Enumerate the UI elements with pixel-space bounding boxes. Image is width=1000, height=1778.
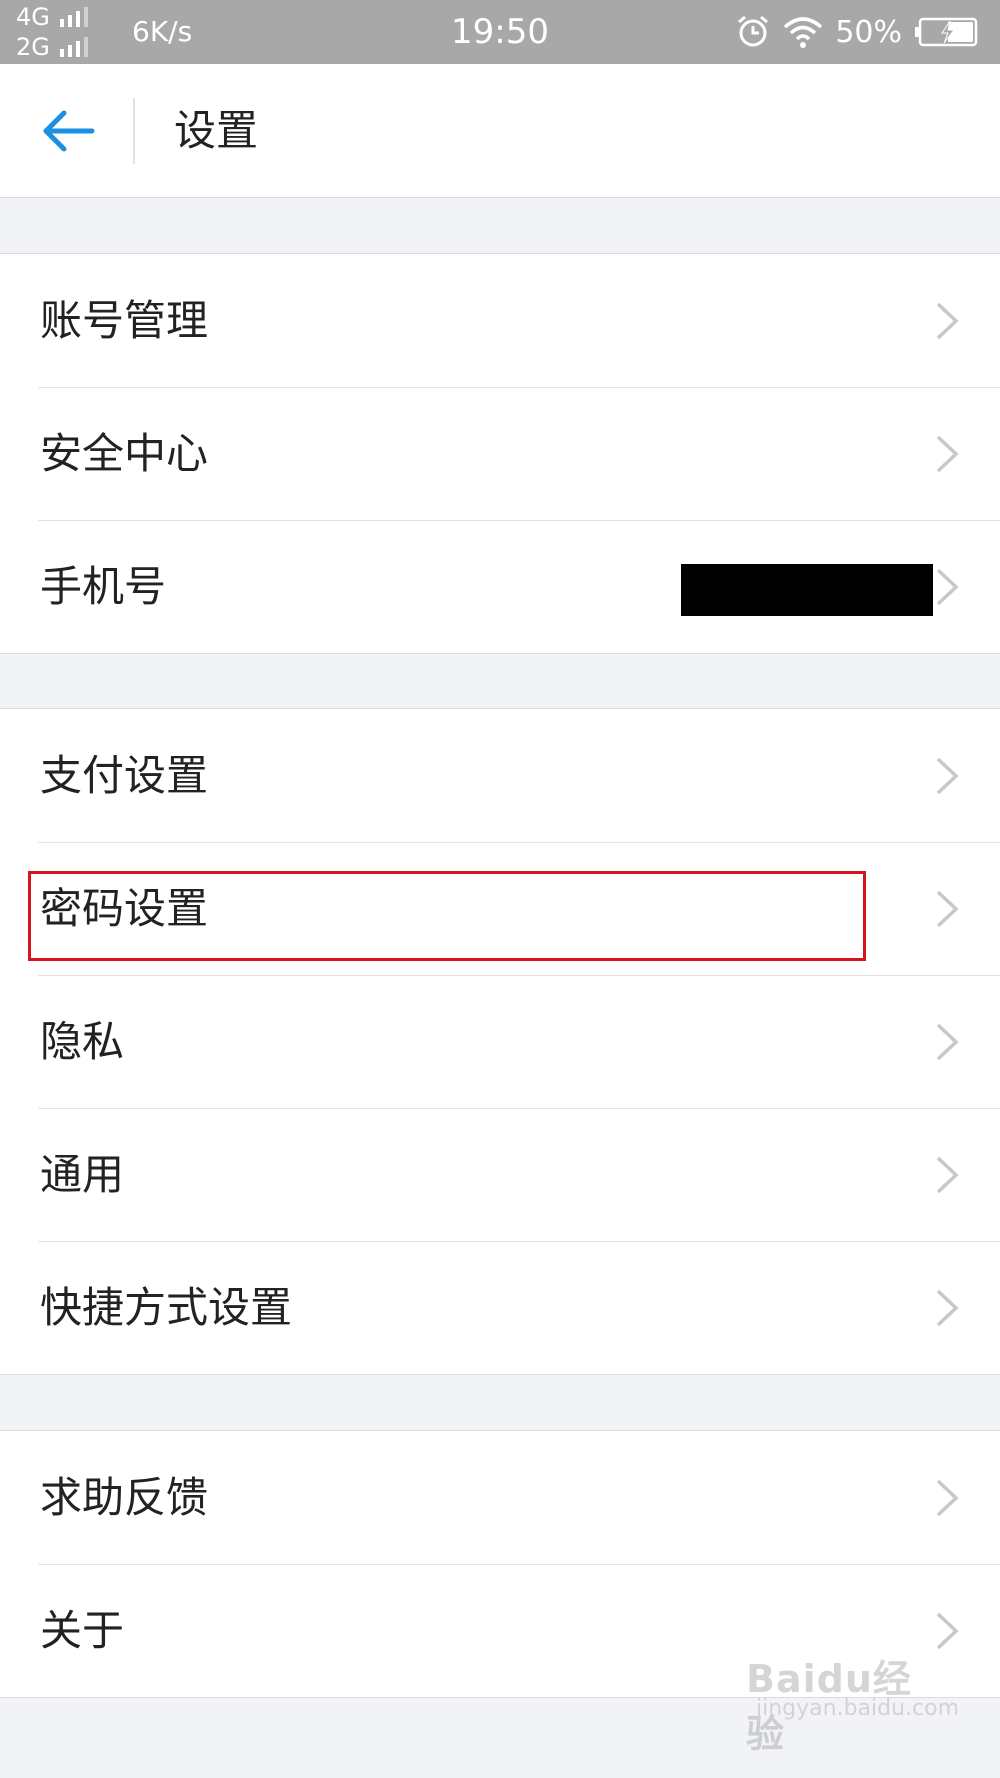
settings-item-shortcut-settings[interactable]: 快捷方式设置 xyxy=(0,1241,1000,1374)
alarm-icon xyxy=(738,15,769,47)
settings-item-label: 通用 xyxy=(40,1150,125,1199)
settings-item-label: 快捷方式设置 xyxy=(40,1283,293,1332)
header-divider xyxy=(133,98,135,164)
settings-item-phone-number[interactable]: 手机号 xyxy=(0,520,1000,653)
settings-item-account-management[interactable]: 账号管理 xyxy=(0,254,1000,387)
status-bar: 4G 2G 6K/s 19:50 50% xyxy=(0,0,1000,64)
chevron-right-icon xyxy=(936,757,959,795)
chevron-right-icon xyxy=(936,1612,959,1650)
settings-item-security-center[interactable]: 安全中心 xyxy=(0,387,1000,520)
chevron-right-icon xyxy=(936,1479,959,1517)
settings-item-label: 账号管理 xyxy=(40,296,209,345)
chevron-right-icon xyxy=(936,302,959,340)
settings-item-label: 支付设置 xyxy=(40,751,209,800)
settings-item-help-feedback[interactable]: 求助反馈 xyxy=(0,1431,1000,1564)
settings-item-privacy[interactable]: 隐私 xyxy=(0,975,1000,1108)
settings-item-label: 手机号 xyxy=(40,562,167,611)
chevron-right-icon xyxy=(936,1156,959,1194)
back-arrow-icon[interactable] xyxy=(36,99,100,163)
chevron-right-icon xyxy=(936,435,959,473)
settings-item-label: 安全中心 xyxy=(40,429,209,478)
app-header: 设置 xyxy=(0,64,1000,198)
battery-percent: 50% xyxy=(835,14,902,50)
wifi-icon xyxy=(784,17,823,48)
status-icons: 50% xyxy=(735,10,978,54)
settings-item-label: 求助反馈 xyxy=(40,1473,209,1522)
chevron-right-icon xyxy=(936,890,959,928)
settings-item-label: 隐私 xyxy=(40,1017,125,1066)
baidu-watermark: Baidu经验 jingyan.baidu.com xyxy=(746,1648,959,1756)
settings-group-general: 支付设置 密码设置 隐私 通用 快捷方式设置 xyxy=(0,708,1000,1375)
settings-item-payment-settings[interactable]: 支付设置 xyxy=(0,709,1000,842)
settings-item-label: 关于 xyxy=(40,1606,125,1655)
page-title: 设置 xyxy=(174,106,259,155)
redacted-phone-value xyxy=(681,564,933,616)
battery-charging-icon xyxy=(915,17,978,47)
settings-item-general[interactable]: 通用 xyxy=(0,1108,1000,1241)
watermark-url: jingyan.baidu.com xyxy=(756,1696,960,1721)
highlight-box xyxy=(28,871,866,961)
settings-group-account: 账号管理 安全中心 手机号 xyxy=(0,253,1000,654)
chevron-right-icon xyxy=(936,1023,959,1061)
chevron-right-icon xyxy=(936,1289,959,1327)
